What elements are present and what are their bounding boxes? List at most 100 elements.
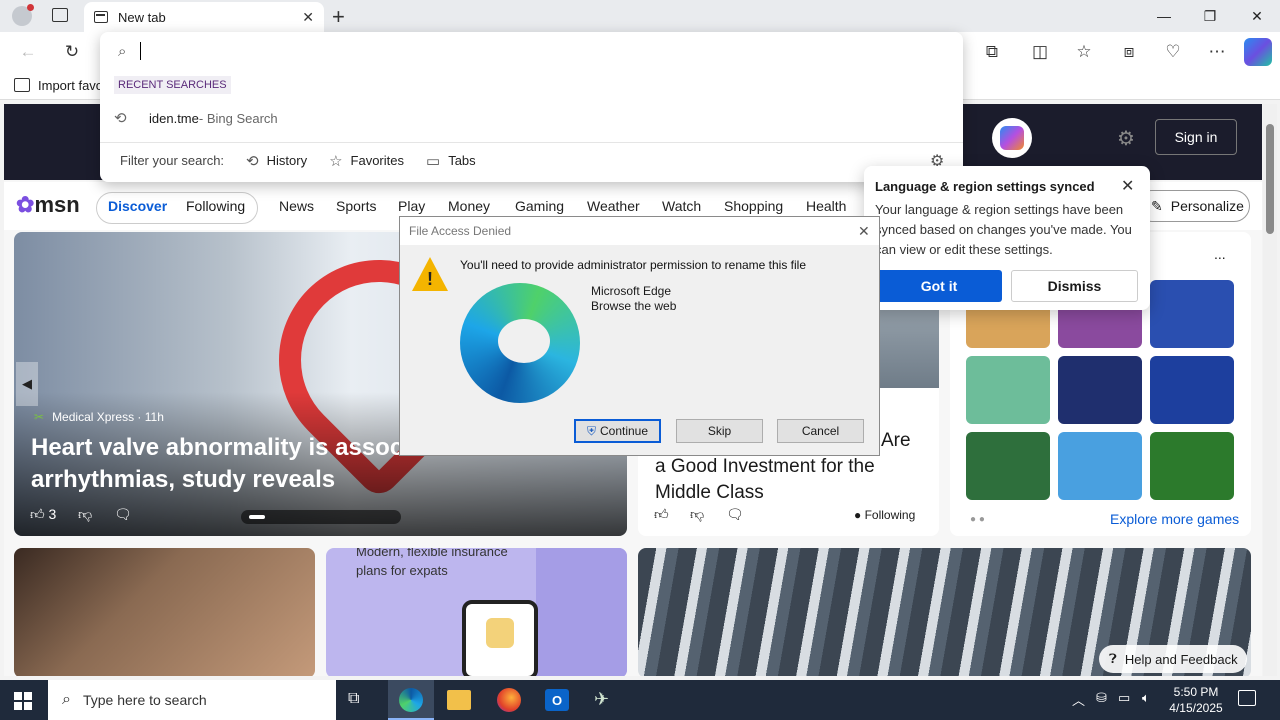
close-window-button[interactable]: ✕ bbox=[1234, 0, 1280, 32]
story-card-sleep[interactable] bbox=[14, 548, 315, 676]
notifications-icon[interactable] bbox=[1238, 690, 1256, 706]
pagination-dots[interactable]: ● ● bbox=[970, 514, 985, 525]
chevron-up-icon[interactable]: ︿ bbox=[1072, 690, 1085, 709]
help-feedback-button[interactable]: ❓︎ Help and Feedback bbox=[1099, 645, 1247, 673]
continue-button[interactable]: ⛨ Continue bbox=[574, 419, 661, 443]
game-tile[interactable] bbox=[1058, 356, 1142, 424]
got-it-button[interactable]: Got it bbox=[876, 270, 1002, 302]
comment-icon[interactable]: 🗨︎ bbox=[114, 506, 132, 523]
close-icon[interactable]: ✕ bbox=[1121, 176, 1134, 196]
cancel-button[interactable]: Cancel bbox=[777, 419, 864, 443]
file-explorer-icon[interactable] bbox=[447, 690, 471, 710]
close-icon[interactable]: ✕ bbox=[858, 223, 870, 240]
shield-icon: ⛨ bbox=[586, 423, 596, 438]
refresh-icon[interactable]: ↻ bbox=[59, 40, 85, 64]
windows-start-icon[interactable] bbox=[14, 692, 32, 710]
thumbs-up-icon: 👍︎ bbox=[30, 506, 45, 522]
recent-search-item[interactable]: ⟲ iden.tme - Bing Search bbox=[114, 104, 949, 132]
outlook-icon[interactable]: O bbox=[545, 689, 569, 711]
filter-history-chip[interactable]: ⟲ History bbox=[246, 152, 307, 170]
copilot-button[interactable] bbox=[992, 118, 1032, 158]
game-tile[interactable] bbox=[966, 356, 1050, 424]
extensions-icon[interactable]: ⧉ bbox=[979, 40, 1005, 64]
tabs-icon: ▭ bbox=[426, 152, 441, 170]
explore-more-games-link[interactable]: Explore more games bbox=[1110, 511, 1239, 527]
ad-card-insurance[interactable]: Modern, flexible insurance plans for exp… bbox=[326, 548, 627, 676]
taskbar: ⌕ Type here to search ⧉ O ✈ ︿ ⛁ ▭ 🔈︎ 5:50… bbox=[0, 680, 1280, 720]
app-icon[interactable]: ✈ bbox=[594, 689, 620, 711]
tab-actions-icon[interactable] bbox=[52, 8, 68, 22]
like-count: 3 bbox=[48, 506, 57, 522]
clock[interactable]: 5:50 PM 4/15/2025 bbox=[1168, 684, 1224, 716]
thumbs-down-icon[interactable]: 👎︎ bbox=[78, 506, 92, 523]
nav-money[interactable]: Money bbox=[448, 198, 490, 214]
hero-source: ✂ Medical Xpress · 11h bbox=[34, 410, 164, 424]
filter-favorites-chip[interactable]: ☆ Favorites bbox=[329, 152, 404, 170]
firefox-icon[interactable] bbox=[497, 688, 521, 712]
chip-label: Tabs bbox=[448, 153, 476, 168]
like-button[interactable]: 👍︎ 3 bbox=[30, 506, 56, 523]
nav-shopping[interactable]: Shopping bbox=[724, 198, 783, 214]
skip-button[interactable]: Skip bbox=[676, 419, 763, 443]
collections-icon[interactable]: ⧈ bbox=[1116, 40, 1142, 64]
more-options-icon[interactable]: ... bbox=[1214, 246, 1226, 262]
game-tile[interactable] bbox=[1058, 432, 1142, 500]
browser-essentials-icon[interactable]: ♡ bbox=[1160, 40, 1186, 64]
help-feedback-label: Help and Feedback bbox=[1124, 651, 1238, 667]
new-tab-button[interactable]: + bbox=[332, 4, 345, 30]
msn-logo[interactable]: ✿msn bbox=[16, 192, 80, 218]
back-icon[interactable]: ← bbox=[15, 40, 41, 64]
phone-image bbox=[462, 600, 538, 676]
network-icon[interactable]: ▭ bbox=[1118, 690, 1130, 706]
import-favorites-link[interactable]: Import favo bbox=[38, 78, 103, 93]
sign-in-button[interactable]: Sign in bbox=[1155, 119, 1237, 155]
split-screen-icon[interactable]: ◫ bbox=[1027, 40, 1053, 64]
nav-health[interactable]: Health bbox=[806, 198, 846, 214]
profile-icon[interactable] bbox=[12, 4, 34, 26]
volume-icon[interactable]: 🔈︎ bbox=[1142, 690, 1150, 706]
restore-button[interactable]: ❐ bbox=[1187, 0, 1233, 32]
pencil-icon: ✎ bbox=[1151, 197, 1163, 214]
nav-watch[interactable]: Watch bbox=[662, 198, 701, 214]
carousel-prev-button[interactable]: ◀ bbox=[16, 362, 38, 406]
tab-label: New tab bbox=[118, 9, 166, 25]
favorites-icon[interactable]: ☆ bbox=[1071, 40, 1097, 64]
app-description: Browse the web bbox=[591, 299, 677, 313]
carousel-indicator[interactable] bbox=[241, 510, 401, 524]
close-tab-icon[interactable]: ✕ bbox=[302, 9, 314, 26]
nav-sports[interactable]: Sports bbox=[336, 198, 376, 214]
story-title-line-2: Middle Class bbox=[655, 482, 764, 503]
task-view-icon[interactable]: ⧉ bbox=[348, 690, 359, 708]
page-scrollbar[interactable] bbox=[1263, 104, 1277, 676]
filter-tabs-chip[interactable]: ▭ Tabs bbox=[426, 152, 476, 170]
scrollbar-thumb[interactable] bbox=[1266, 124, 1274, 234]
tab-new-tab[interactable]: New tab ✕ bbox=[84, 2, 324, 32]
thumbs-up-icon[interactable]: 👍︎ bbox=[654, 506, 669, 523]
gear-icon[interactable]: ⚙ bbox=[1117, 126, 1135, 151]
taskbar-search-box[interactable]: ⌕ Type here to search bbox=[48, 680, 336, 720]
taskbar-edge-button[interactable] bbox=[388, 680, 434, 720]
story-card-trains[interactable]: ❓︎ Help and Feedback bbox=[638, 548, 1251, 676]
tab-following[interactable]: Following bbox=[186, 198, 245, 214]
comment-icon[interactable]: 🗨︎ bbox=[726, 506, 744, 523]
settings-more-icon[interactable]: ⋯ bbox=[1204, 40, 1230, 64]
warning-mark: ! bbox=[427, 269, 433, 289]
new-tab-page-icon bbox=[94, 11, 108, 23]
game-tile[interactable] bbox=[1150, 356, 1234, 424]
address-input[interactable] bbox=[140, 42, 142, 60]
game-tile[interactable] bbox=[1150, 280, 1234, 348]
network-drive-icon[interactable]: ⛁ bbox=[1096, 690, 1107, 706]
nav-gaming[interactable]: Gaming bbox=[515, 198, 564, 214]
personalize-button[interactable]: ✎ Personalize bbox=[1136, 190, 1250, 222]
thumbs-down-icon[interactable]: 👎︎ bbox=[690, 506, 704, 523]
game-tile[interactable] bbox=[966, 432, 1050, 500]
nav-weather[interactable]: Weather bbox=[587, 198, 640, 214]
following-badge[interactable]: ● Following bbox=[854, 508, 915, 522]
game-tile[interactable] bbox=[1150, 432, 1234, 500]
tab-discover[interactable]: Discover bbox=[108, 198, 167, 214]
nav-play[interactable]: Play bbox=[398, 198, 425, 214]
dismiss-button[interactable]: Dismiss bbox=[1011, 270, 1138, 302]
nav-news[interactable]: News bbox=[279, 198, 314, 214]
copilot-icon[interactable] bbox=[1244, 38, 1272, 66]
minimize-button[interactable]: — bbox=[1141, 0, 1187, 32]
